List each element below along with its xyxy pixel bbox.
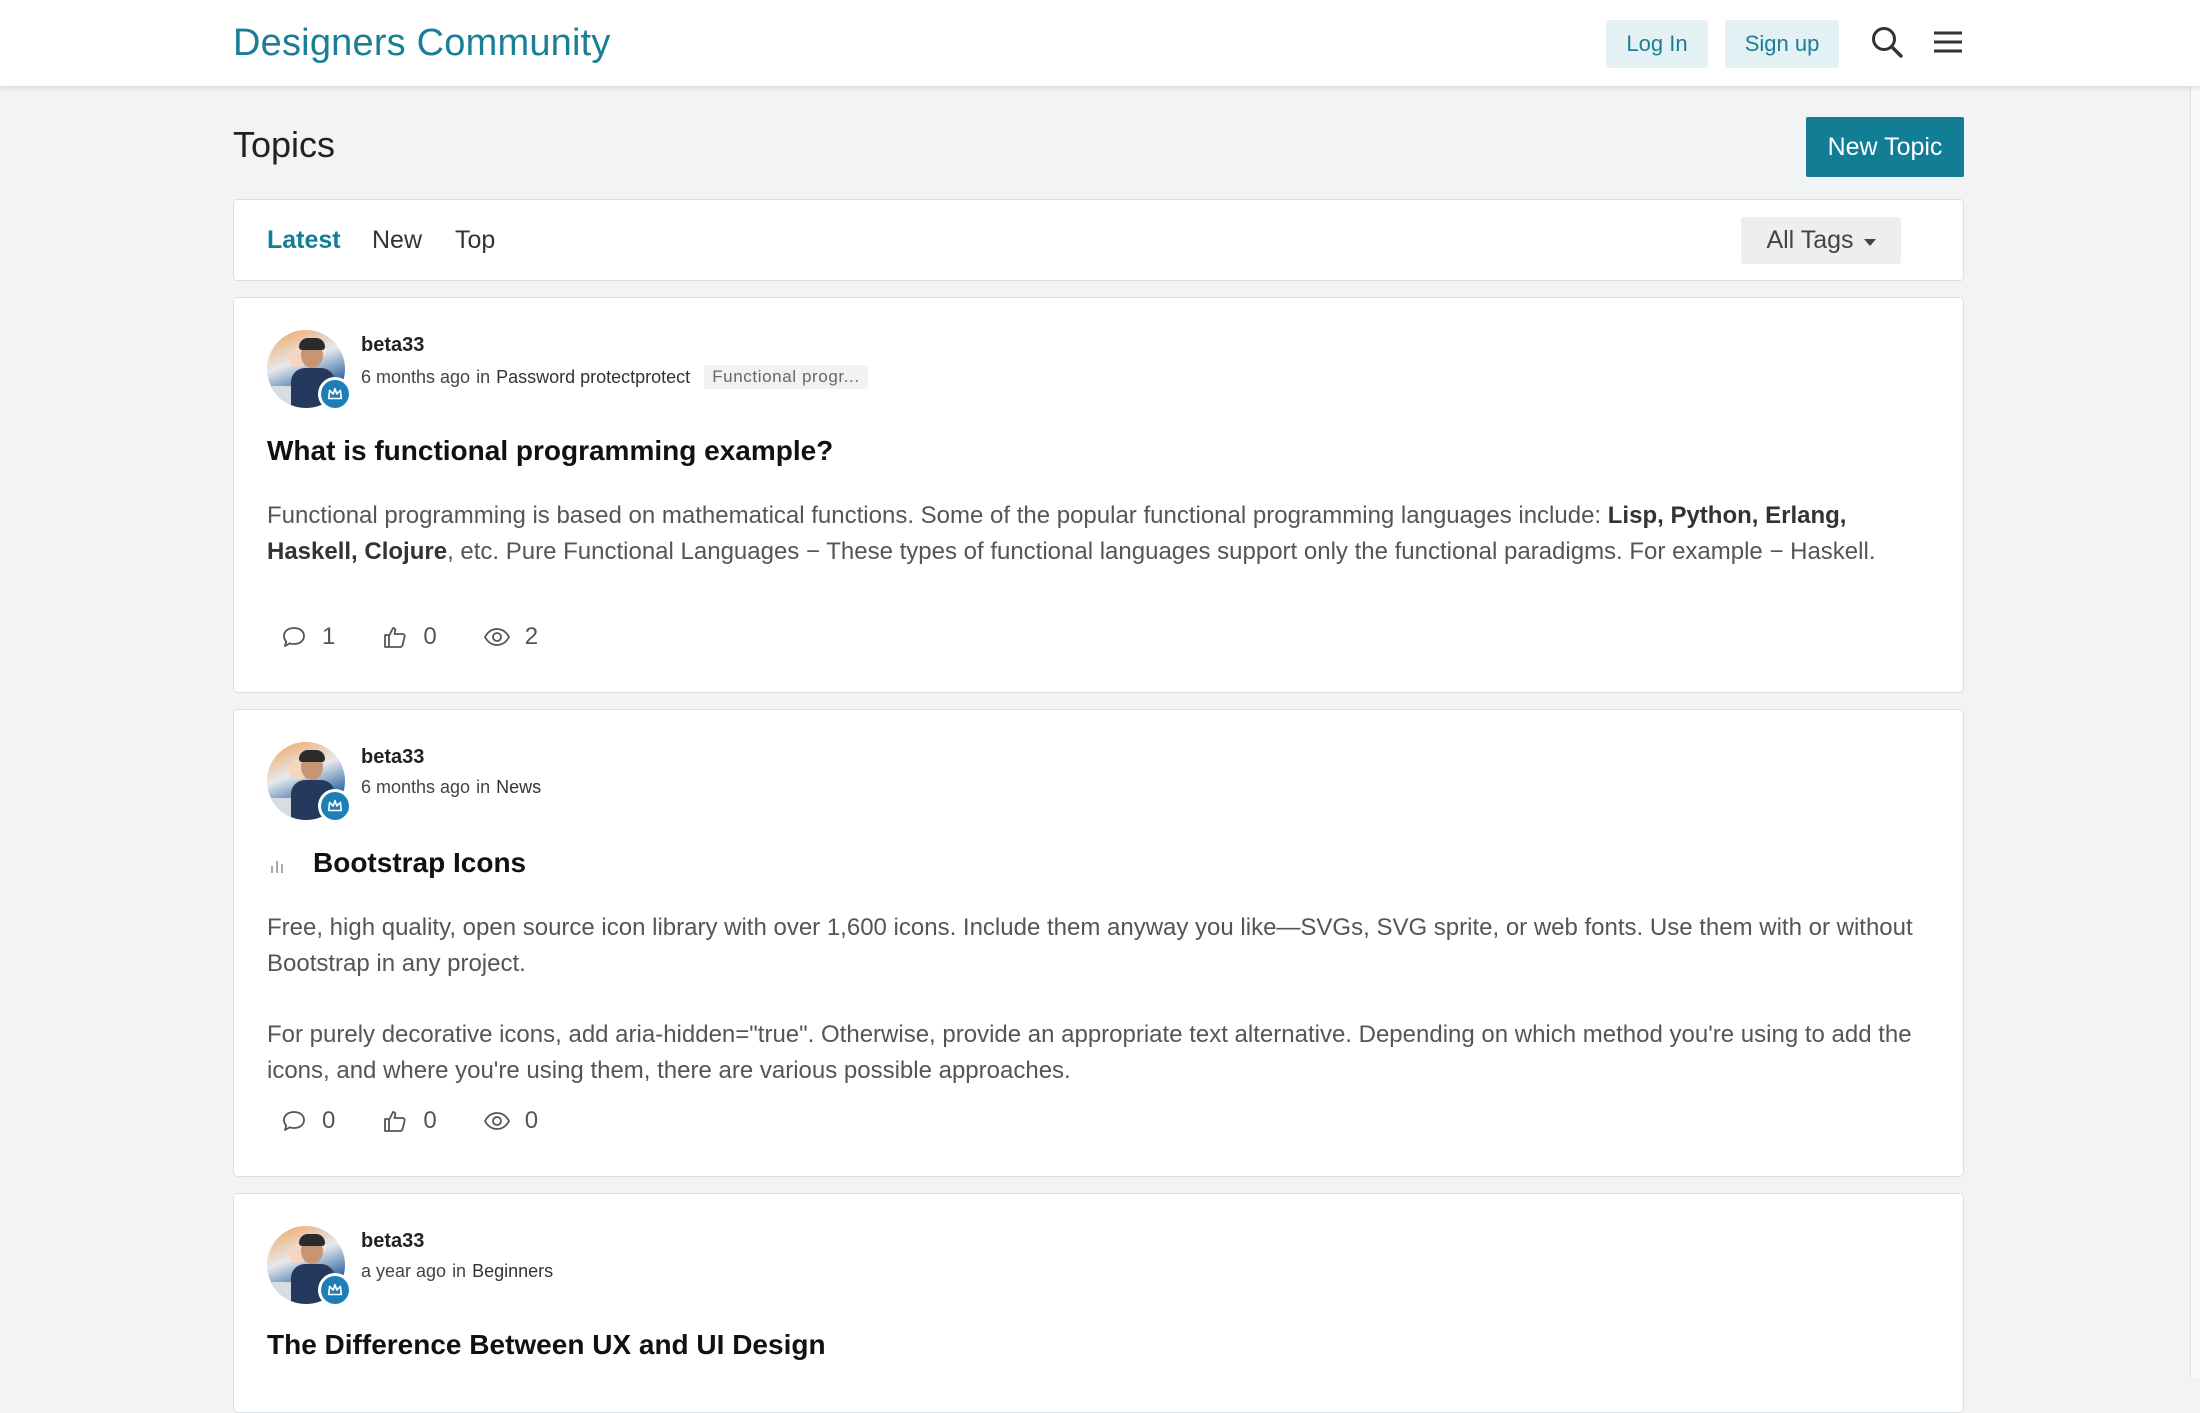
topic-meta: 6 months ago in News (361, 777, 541, 798)
comment-count[interactable]: 0 (280, 1107, 335, 1135)
in-label: in (476, 777, 491, 797)
crown-badge-icon (318, 1273, 352, 1307)
author-name[interactable]: beta33 (361, 334, 424, 357)
category-link[interactable]: Beginners (472, 1261, 553, 1282)
topic-excerpt: For purely decorative icons, add aria-hi… (267, 1021, 1912, 1084)
topic-meta: 6 months ago in Password protectprotect … (361, 365, 868, 389)
post-time: 6 months ago (361, 777, 471, 797)
new-topic-button[interactable]: New Topic (1806, 117, 1964, 177)
comment-icon (283, 1111, 305, 1131)
thumbs-up-icon (384, 627, 406, 648)
author-name[interactable]: beta33 (361, 1230, 424, 1253)
post-time: a year ago (361, 1261, 447, 1281)
like-count[interactable]: 0 (381, 1107, 437, 1135)
all-tags-dropdown[interactable]: All Tags (1741, 217, 1901, 264)
view-count: 2 (483, 623, 538, 651)
tag-chip[interactable]: Functional progr... (704, 365, 868, 389)
topic-title[interactable]: Bootstrap Icons (313, 847, 526, 879)
eye-icon (483, 1112, 510, 1130)
poll-chart-icon (271, 861, 283, 873)
eye-icon (483, 628, 510, 646)
topic-excerpt: Free, high quality, open source icon lib… (267, 914, 1913, 977)
like-count[interactable]: 0 (381, 623, 437, 651)
comment-count[interactable]: 1 (280, 623, 335, 651)
topic-stats: 1 0 2 (280, 623, 584, 651)
search-icon[interactable] (1869, 24, 1905, 60)
top-navbar: Designers Community Log In Sign up (0, 0, 2200, 86)
site-brand[interactable]: Designers Community (233, 22, 611, 65)
post-time: 6 months ago (361, 366, 471, 387)
category-link[interactable]: News (496, 777, 541, 798)
category-link[interactable]: Password protectprotect (496, 367, 690, 388)
author-name[interactable]: beta33 (361, 746, 424, 769)
crown-badge-icon (318, 377, 352, 411)
tab-new[interactable]: New (372, 226, 422, 255)
crown-badge-icon (318, 789, 352, 823)
signup-button[interactable]: Sign up (1725, 20, 1839, 68)
menu-icon[interactable] (1930, 24, 1966, 60)
topic-title[interactable]: What is functional programming example? (267, 435, 833, 467)
topic-card[interactable]: beta33 a year ago in Beginners The Diffe… (233, 1193, 1964, 1413)
in-label: in (476, 366, 491, 387)
view-count: 0 (483, 1107, 538, 1135)
tab-latest[interactable]: Latest (267, 226, 341, 255)
tab-top[interactable]: Top (455, 226, 495, 255)
topic-filter-bar: Latest New Top All Tags (233, 199, 1964, 281)
page-scrollbar[interactable] (2190, 0, 2200, 1377)
topic-card[interactable]: beta33 6 months ago in Password protectp… (233, 297, 1964, 693)
page-title: Topics (233, 124, 336, 165)
all-tags-label: All Tags (1766, 226, 1854, 254)
comment-icon (283, 627, 305, 647)
topic-title[interactable]: The Difference Between UX and UI Design (267, 1329, 826, 1361)
topic-card[interactable]: beta33 6 months ago in News Bootstrap Ic… (233, 709, 1964, 1177)
topic-stats: 0 0 0 (280, 1107, 584, 1135)
topic-meta: a year ago in Beginners (361, 1261, 553, 1282)
caret-down-icon (1863, 238, 1876, 246)
topic-excerpt: Functional programming is based on mathe… (267, 502, 1876, 565)
in-label: in (452, 1261, 467, 1281)
login-button[interactable]: Log In (1606, 20, 1708, 68)
thumbs-up-icon (384, 1111, 406, 1132)
